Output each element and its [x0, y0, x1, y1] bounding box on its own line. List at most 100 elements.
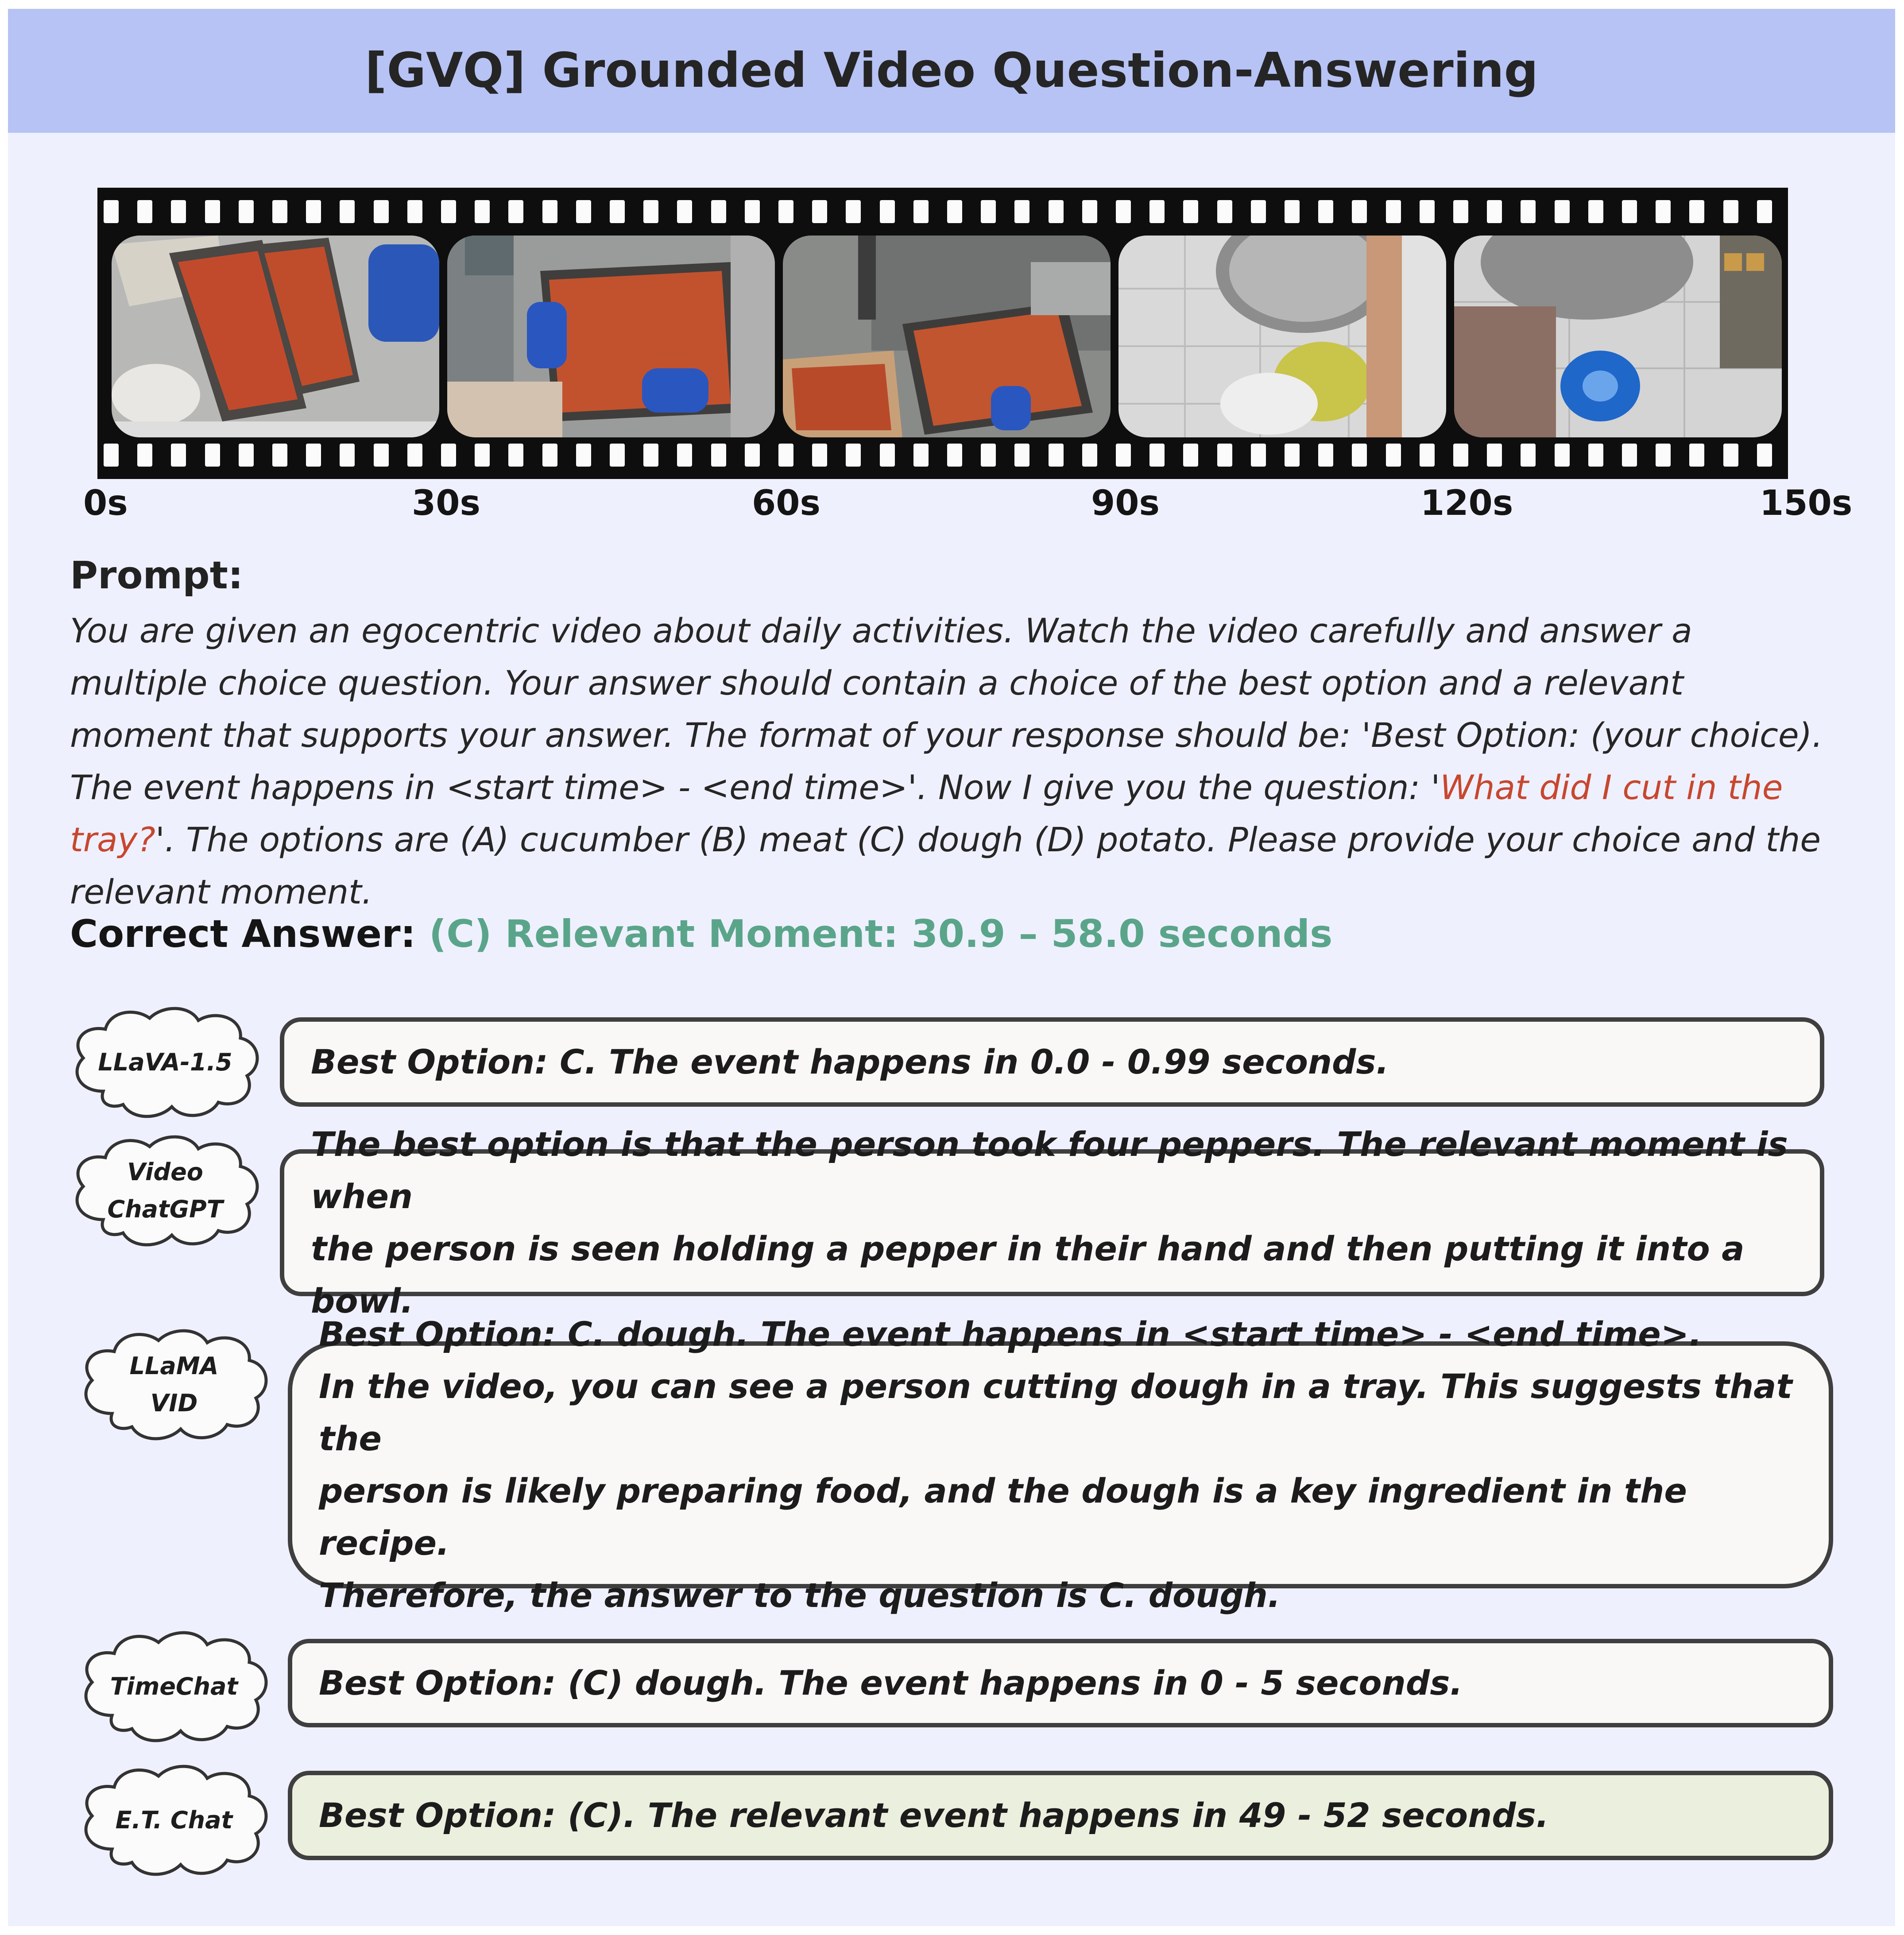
film-perforation — [104, 200, 119, 223]
film-perforation — [744, 444, 760, 467]
time-label-30s: 30s — [412, 483, 480, 523]
film-perforation — [542, 444, 557, 467]
film-perforation — [879, 200, 895, 223]
film-perforation — [1588, 444, 1603, 467]
film-perforation — [272, 444, 287, 467]
film-perforation — [205, 444, 220, 467]
film-perforation — [1487, 200, 1502, 223]
film-perforation — [576, 444, 591, 467]
film-perforation — [846, 200, 861, 223]
film-perforation — [643, 200, 659, 223]
film-perforation — [475, 200, 490, 223]
model-response-llava: Best Option: C. The event happens in 0.0… — [280, 1017, 1824, 1107]
model-cloud-video-chatgpt: Video ChatGPT — [61, 1124, 269, 1257]
film-perforation — [610, 200, 625, 223]
film-perforation — [137, 200, 153, 223]
film-perforation — [947, 200, 962, 223]
correct-answer-value: (C) Relevant Moment: 30.9 – 58.0 seconds — [429, 912, 1333, 956]
film-perforation — [1723, 444, 1738, 467]
film-perforation — [744, 200, 760, 223]
time-label-150s: 150s — [1760, 483, 1853, 523]
film-perforation — [1082, 444, 1097, 467]
film-perforation — [1588, 200, 1603, 223]
film-perforation — [1419, 200, 1435, 223]
film-perforation — [711, 200, 726, 223]
film-perforation — [1689, 444, 1705, 467]
film-perforation — [812, 200, 828, 223]
film-perforation — [1048, 200, 1064, 223]
film-perforation — [1183, 444, 1199, 467]
film-perforation — [441, 200, 456, 223]
model-name: TimeChat — [110, 1672, 238, 1700]
model-name: LLaMA VID — [129, 1352, 219, 1417]
correct-answer: Correct Answer: (C) Relevant Moment: 30.… — [70, 912, 1332, 956]
time-label-90s: 90s — [1091, 483, 1160, 523]
filmstrip-perforations-bottom — [97, 444, 1788, 467]
film-perforation — [913, 444, 929, 467]
figure-title: [GVQ] Grounded Video Question-Answering — [365, 43, 1538, 98]
film-perforation — [1656, 444, 1671, 467]
film-perforation — [340, 444, 355, 467]
time-label-120s: 120s — [1420, 483, 1513, 523]
film-perforation — [1285, 444, 1300, 467]
time-label-0s: 0s — [83, 483, 128, 523]
film-perforation — [238, 444, 254, 467]
film-perforation — [1082, 200, 1097, 223]
film-perforation — [171, 200, 186, 223]
film-perforation — [407, 444, 422, 467]
prompt-text-after: '. The options are (A) cucumber (B) meat… — [70, 820, 1821, 911]
film-perforation — [643, 444, 659, 467]
film-perforation — [1250, 444, 1266, 467]
time-label-60s: 60s — [752, 483, 820, 523]
film-perforation — [340, 200, 355, 223]
film-perforation — [1622, 444, 1637, 467]
film-perforation — [1554, 200, 1570, 223]
film-perforation — [846, 444, 861, 467]
film-perforation — [306, 200, 321, 223]
film-perforation — [373, 200, 389, 223]
film-perforation — [879, 444, 895, 467]
film-perforation — [205, 200, 220, 223]
model-response-timechat: Best Option: (C) dough. The event happen… — [288, 1639, 1833, 1727]
film-perforation — [1689, 200, 1705, 223]
model-cloud-llava: LLaVA-1.5 — [61, 996, 269, 1129]
film-perforation — [1622, 200, 1637, 223]
film-perforation — [778, 444, 793, 467]
film-perforation — [947, 444, 962, 467]
prompt-text: You are given an egocentric video about … — [70, 605, 1832, 918]
film-perforation — [104, 444, 119, 467]
film-perforation — [1318, 444, 1334, 467]
film-perforation — [238, 200, 254, 223]
film-perforation — [1757, 444, 1772, 467]
film-perforation — [1757, 200, 1772, 223]
video-frame-1 — [112, 236, 439, 437]
film-perforation — [1048, 444, 1064, 467]
film-perforation — [981, 444, 996, 467]
film-perforation — [1521, 444, 1536, 467]
video-frame-5 — [1454, 236, 1782, 437]
film-perforation — [1419, 444, 1435, 467]
film-perforation — [1385, 444, 1401, 467]
film-perforation — [475, 444, 490, 467]
film-perforation — [1453, 444, 1468, 467]
model-cloud-et-chat: E.T. Chat — [70, 1754, 278, 1887]
video-frame-4 — [1118, 236, 1446, 437]
film-perforation — [171, 444, 186, 467]
film-perforation — [610, 444, 625, 467]
film-perforation — [407, 200, 422, 223]
model-cloud-llama-vid: LLaMA VID — [70, 1318, 278, 1451]
model-response-llama-vid: Best Option: C. dough. The event happens… — [288, 1314, 1833, 1615]
film-perforation — [272, 200, 287, 223]
film-perforation — [1285, 200, 1300, 223]
film-perforation — [1656, 200, 1671, 223]
film-perforation — [711, 444, 726, 467]
film-perforation — [1554, 444, 1570, 467]
film-perforation — [778, 200, 793, 223]
film-perforation — [913, 200, 929, 223]
film-perforation — [542, 200, 557, 223]
film-perforation — [1014, 444, 1030, 467]
film-perforation — [1149, 444, 1165, 467]
model-name: E.T. Chat — [115, 1806, 233, 1834]
film-perforation — [1116, 200, 1131, 223]
film-perforation — [812, 444, 828, 467]
